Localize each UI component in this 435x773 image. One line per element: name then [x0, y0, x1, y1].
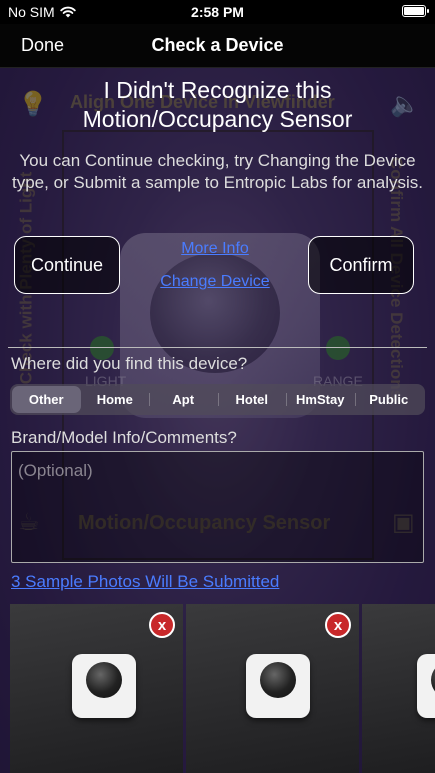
sample-photo: [362, 604, 435, 773]
continue-button[interactable]: Continue: [14, 236, 120, 294]
remove-photo-button[interactable]: x: [149, 612, 175, 638]
explanation-text: You can Continue checking, try Changing …: [11, 151, 424, 192]
change-device-link[interactable]: Change Device: [150, 273, 280, 291]
location-segmented-control: Other Home Apt Hotel HmStay Public: [10, 384, 425, 415]
page-title: Check a Device: [151, 35, 284, 55]
location-option-hotel[interactable]: Hotel: [217, 386, 287, 413]
location-option-home[interactable]: Home: [81, 386, 150, 413]
comments-field[interactable]: [11, 451, 424, 563]
sample-photos-link[interactable]: 3 Sample Photos Will Be Submitted: [11, 572, 279, 592]
comments-label: Brand/Model Info/Comments?: [11, 428, 237, 447]
battery-icon: [402, 5, 429, 17]
headline-line-2: Motion/Occupancy Sensor: [82, 106, 353, 132]
location-option-hmstay[interactable]: HmStay: [286, 386, 355, 413]
clock: 2:58 PM: [191, 4, 244, 20]
remove-photo-button[interactable]: x: [325, 612, 351, 638]
status-bar: No SIM 2:58 PM: [0, 0, 435, 24]
location-option-apt[interactable]: Apt: [149, 386, 218, 413]
location-question: Where did you find this device?: [11, 354, 248, 373]
device-thumbnail: [72, 654, 136, 718]
navigation-bar: Done Check a Device: [0, 24, 435, 68]
confirm-button[interactable]: Confirm: [308, 236, 414, 294]
device-thumbnail: [246, 654, 310, 718]
sample-photo: x: [10, 604, 183, 773]
location-option-public[interactable]: Public: [354, 386, 424, 413]
section-divider: [8, 347, 427, 348]
device-thumbnail: [417, 654, 435, 718]
location-option-other[interactable]: Other: [12, 386, 81, 413]
headline-line-1: I Didn't Recognize this: [103, 77, 332, 103]
headline: I Didn't Recognize this Motion/Occupancy…: [0, 76, 435, 134]
more-info-link[interactable]: More Info: [165, 240, 265, 258]
sample-photo: x: [186, 604, 359, 773]
